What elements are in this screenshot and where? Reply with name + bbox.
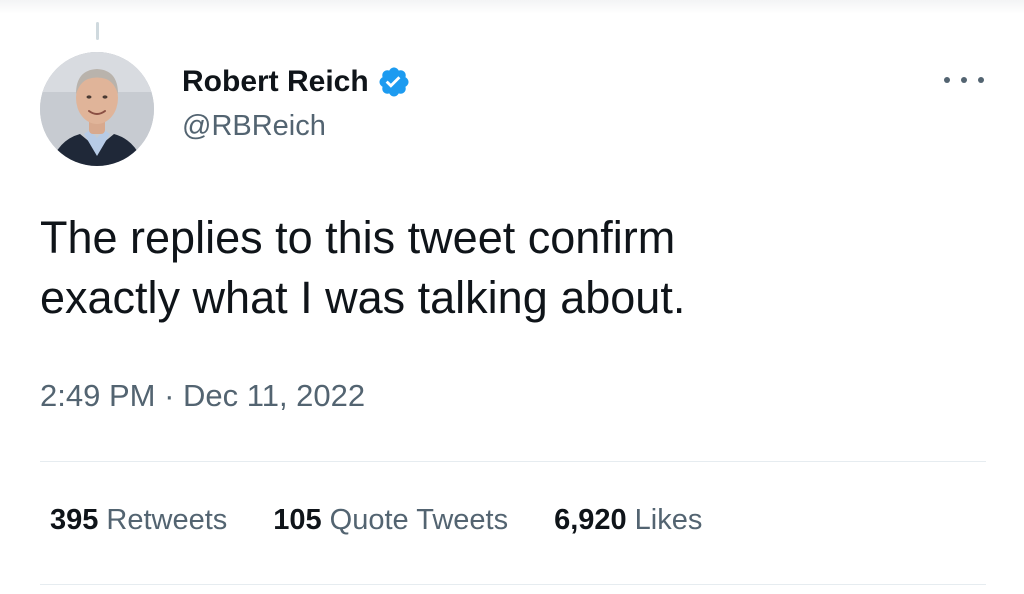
likes-stat[interactable]: 6,920 Likes (554, 504, 702, 537)
quote-tweets-label: Quote Tweets (329, 504, 509, 536)
thread-connector-line (96, 22, 99, 40)
retweets-count: 395 (50, 504, 99, 536)
divider (40, 584, 986, 585)
previous-tweet-edge (0, 0, 1024, 14)
avatar-photo (40, 52, 154, 166)
tweet-timestamp: 2:49 PM · Dec 11, 2022 (40, 378, 365, 414)
tweet-time[interactable]: 2:49 PM (40, 378, 155, 413)
avatar[interactable] (40, 52, 154, 166)
quote-tweets-count: 105 (273, 504, 322, 536)
more-options-icon[interactable] (944, 66, 984, 94)
more-dot (961, 77, 967, 83)
author-name-row: Robert Reich (182, 62, 411, 102)
tweet-text-line: exactly what I was talking about. (40, 272, 686, 323)
retweets-label: Retweets (106, 504, 228, 536)
tweet-text: The replies to this tweet confirm exactl… (40, 208, 980, 328)
more-dot (978, 77, 984, 83)
likes-label: Likes (634, 504, 703, 536)
retweets-stat[interactable]: 395 Retweets (50, 504, 227, 537)
more-dot (944, 77, 950, 83)
engagement-stats: 395 Retweets 105 Quote Tweets 6,920 Likes (50, 504, 748, 537)
tweet-text-line: The replies to this tweet confirm (40, 212, 676, 263)
timestamp-separator: · (164, 378, 175, 413)
verified-badge-icon (377, 65, 411, 99)
likes-count: 6,920 (554, 504, 627, 536)
divider (40, 461, 986, 462)
author-handle[interactable]: @RBReich (182, 110, 326, 143)
quote-tweets-stat[interactable]: 105 Quote Tweets (273, 504, 508, 537)
author-display-name[interactable]: Robert Reich (182, 65, 369, 99)
tweet-date[interactable]: Dec 11, 2022 (183, 378, 365, 413)
